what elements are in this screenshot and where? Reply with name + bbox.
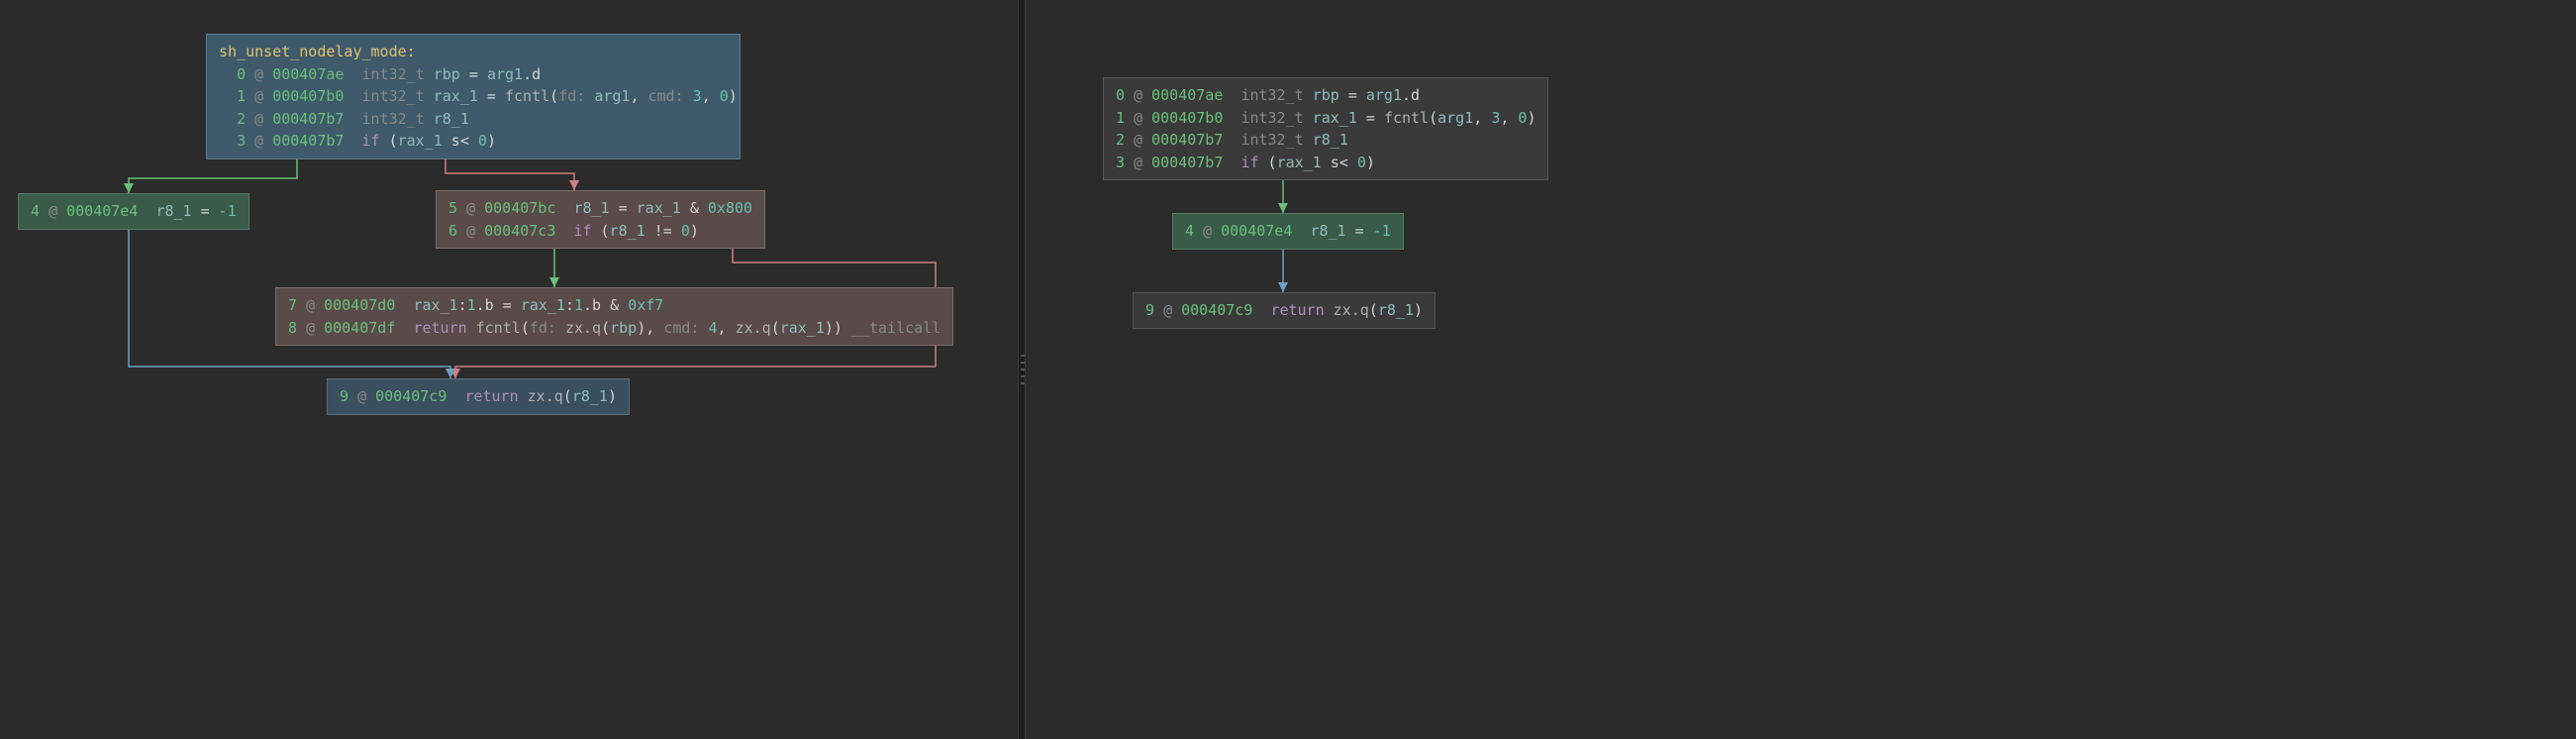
function-name: sh_unset_nodelay_mode: <box>219 41 728 63</box>
code-line: 2 @ 000407b7 int32_t r8_1 <box>1116 129 1536 152</box>
code-line: 0 @ 000407ae int32_t rbp = arg1.d <box>1116 84 1536 107</box>
block-7-8[interactable]: 7 @ 000407d0 rax_1:1.b = rax_1:1.b & 0xf… <box>275 287 953 346</box>
code-line: 2 @ 000407b7 int32_t r8_1 <box>219 108 728 131</box>
pane-splitter[interactable] <box>1018 0 1026 739</box>
code-line: 5 @ 000407bc r8_1 = rax_1 & 0x800 <box>448 197 752 220</box>
left-graph-pane[interactable]: sh_unset_nodelay_mode: 0 @ 000407ae int3… <box>0 0 1018 739</box>
block-entry[interactable]: sh_unset_nodelay_mode: 0 @ 000407ae int3… <box>206 34 741 159</box>
code-line: 3 @ 000407b7 if (rax_1 s< 0) <box>1116 152 1536 174</box>
code-line: 1 @ 000407b0 int32_t rax_1 = fcntl(arg1,… <box>1116 107 1536 130</box>
code-line: 7 @ 000407d0 rax_1:1.b = rax_1:1.b & 0xf… <box>288 294 941 317</box>
code-line: 8 @ 000407df return fcntl(fd: zx.q(rbp),… <box>288 317 941 340</box>
block-entry-right[interactable]: 0 @ 000407ae int32_t rbp = arg1.d 1 @ 00… <box>1103 77 1548 180</box>
block-4[interactable]: 4 @ 000407e4 r8_1 = -1 <box>18 193 249 230</box>
code-line: 6 @ 000407c3 if (r8_1 != 0) <box>448 220 752 243</box>
block-9-right[interactable]: 9 @ 000407c9 return zx.q(r8_1) <box>1133 292 1436 329</box>
block-4-right[interactable]: 4 @ 000407e4 r8_1 = -1 <box>1172 213 1404 250</box>
block-9[interactable]: 9 @ 000407c9 return zx.q(r8_1) <box>327 378 630 415</box>
right-graph-pane[interactable]: 0 @ 000407ae int32_t rbp = arg1.d 1 @ 00… <box>1026 0 2576 739</box>
block-5-6[interactable]: 5 @ 000407bc r8_1 = rax_1 & 0x800 6 @ 00… <box>436 190 765 249</box>
code-line: 1 @ 000407b0 int32_t rax_1 = fcntl(fd: a… <box>219 85 728 108</box>
code-line: 3 @ 000407b7 if (rax_1 s< 0) <box>219 130 728 153</box>
splitter-grip-icon <box>1021 355 1025 384</box>
code-line: 0 @ 000407ae int32_t rbp = arg1.d <box>219 63 728 86</box>
